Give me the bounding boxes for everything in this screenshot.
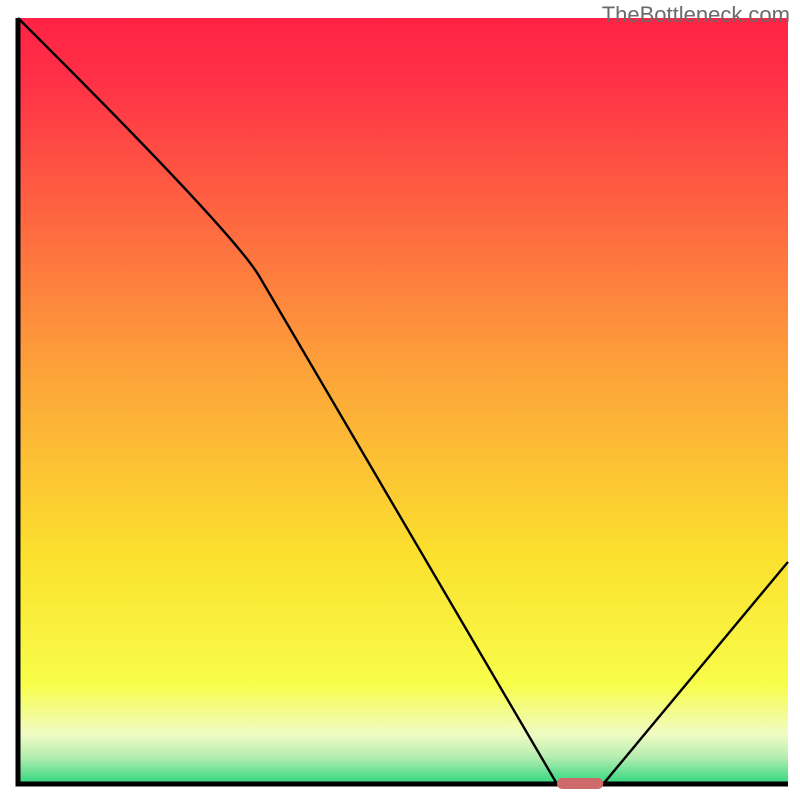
chart-container: { "watermark": "TheBottleneck.com", "cha… (0, 0, 800, 800)
optimal-range-marker (557, 778, 603, 789)
plot-background (18, 18, 788, 784)
chart-svg (0, 0, 800, 800)
watermark-text: TheBottleneck.com (602, 2, 790, 28)
